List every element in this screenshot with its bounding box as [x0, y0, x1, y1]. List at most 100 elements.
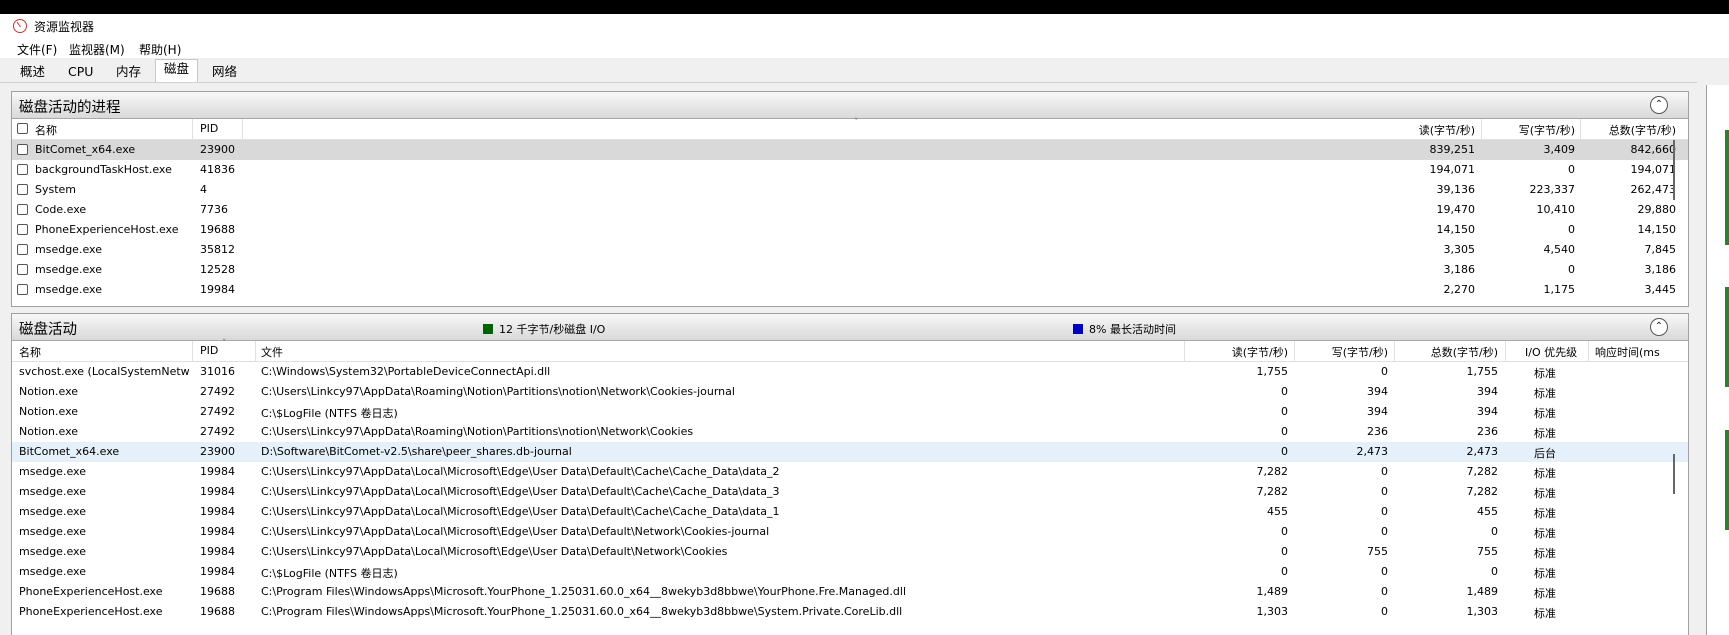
activity-write: 0 [1381, 365, 1388, 378]
process-name: msedge.exe [35, 243, 102, 256]
menu-monitor[interactable]: 监视器(M) [69, 41, 125, 58]
processes-scrollbar[interactable] [1673, 140, 1675, 200]
collapse-activity-icon[interactable]: ⌃ [1650, 318, 1668, 336]
activity-row[interactable]: msedge.exe 19984 C:\Users\Linkcy97\AppData… [12, 502, 1688, 522]
process-row[interactable]: BitComet_x64.exe 23900 839,251 3,409 842,660 [12, 140, 1688, 160]
tab-memory[interactable]: 内存 [107, 62, 150, 82]
process-checkbox[interactable] [17, 144, 28, 155]
col-process-total[interactable]: 总数(字节/秒) [1587, 122, 1676, 138]
process-row[interactable]: System 4 39,136 223,337 262,473 [12, 180, 1688, 200]
activity-file: C:\Users\Linkcy97\AppData\Local\Microsof… [261, 465, 780, 478]
disk-activity-header[interactable]: 磁盘活动 12 千字节/秒磁盘 I/O 8% 最长活动时间 ⌃ [12, 314, 1688, 341]
activity-name: svchost.exe (LocalSystemNetw... [19, 365, 189, 378]
activity-row[interactable]: msedge.exe 19984 C:\$LogFile (NTFS 卷日志) 0 0 0… [12, 562, 1688, 582]
process-row[interactable]: Code.exe 7736 19,470 10,410 29,880 [12, 200, 1688, 220]
process-read: 14,150 [1436, 223, 1476, 236]
process-name: msedge.exe [35, 283, 102, 296]
activity-total: 755 [1477, 545, 1498, 558]
activity-row[interactable]: msedge.exe 19984 C:\Users\Linkcy97\AppData… [12, 462, 1688, 482]
process-row[interactable]: PhoneExperienceHost.exe 19688 14,150 0 14,15… [12, 220, 1688, 240]
pid-sort-icon: ˇ [222, 339, 227, 349]
process-name: PhoneExperienceHost.exe [35, 223, 179, 236]
process-pid: 19984 [200, 283, 235, 296]
col-process-pid[interactable]: PID [200, 122, 218, 135]
col-activity-pid[interactable]: PID [200, 344, 218, 357]
activity-total: 394 [1477, 385, 1498, 398]
col-activity-write[interactable]: 写(字节/秒) [1302, 344, 1388, 360]
disk-processes-panel: 磁盘活动的进程 ⌃ 名称 PID ˇ 读(字节/秒) 写(字节/秒) 总数(字节… [11, 91, 1689, 307]
activity-priority: 标准 [1534, 387, 1556, 400]
process-row[interactable]: msedge.exe 19984 2,270 1,175 3,445 [12, 280, 1688, 300]
process-row[interactable]: msedge.exe 35812 3,305 4,540 7,845 [12, 240, 1688, 260]
activity-row[interactable]: PhoneExperienceHost.exe 19688 C:\Program F… [12, 602, 1688, 622]
activity-row[interactable]: BitComet_x64.exe 23900 D:\Software\BitCome… [12, 442, 1688, 462]
col-activity-file[interactable]: 文件 [261, 344, 283, 360]
activity-row[interactable]: svchost.exe (LocalSystemNetw... 31016 C:\W… [12, 362, 1688, 382]
process-checkbox[interactable] [17, 244, 28, 255]
tab-cpu[interactable]: CPU [59, 62, 102, 82]
process-checkbox[interactable] [17, 284, 28, 295]
window-title: 资源监视器 [34, 20, 95, 34]
select-all-processes-checkbox[interactable] [17, 123, 28, 134]
process-checkbox[interactable] [17, 264, 28, 275]
activity-priority: 标准 [1534, 567, 1556, 580]
tab-network[interactable]: 网络 [203, 62, 246, 82]
activity-read: 0 [1281, 425, 1288, 438]
activity-row[interactable]: Notion.exe 27492 C:\Users\Linkcy97\AppData… [12, 422, 1688, 442]
activity-pid: 19984 [200, 505, 235, 518]
activity-total: 1,489 [1466, 585, 1499, 598]
process-name: backgroundTaskHost.exe [35, 163, 172, 176]
activity-pid: 19984 [200, 485, 235, 498]
disk-graph-mini-1 [1725, 130, 1729, 245]
col-activity-response[interactable]: 响应时间(ms [1595, 344, 1675, 360]
process-row[interactable]: backgroundTaskHost.exe 41836 194,071 0 194,0… [12, 160, 1688, 180]
activity-write: 755 [1367, 545, 1388, 558]
tab-disk[interactable]: 磁盘 [155, 59, 199, 82]
process-read: 194,071 [1429, 163, 1476, 176]
activity-write: 394 [1367, 385, 1388, 398]
activity-row[interactable]: msedge.exe 19984 C:\Users\Linkcy97\AppData… [12, 542, 1688, 562]
collapse-processes-icon[interactable]: ⌃ [1650, 96, 1668, 114]
process-total: 14,150 [1637, 223, 1677, 236]
activity-total: 236 [1477, 425, 1498, 438]
col-process-write[interactable]: 写(字节/秒) [1492, 122, 1575, 138]
process-checkbox[interactable] [17, 184, 28, 195]
col-process-name[interactable]: 名称 [35, 122, 57, 138]
activity-total: 0 [1491, 525, 1498, 538]
activity-scrollbar[interactable] [1673, 454, 1675, 494]
process-checkbox[interactable] [17, 164, 28, 175]
disk-processes-header[interactable]: 磁盘活动的进程 ⌃ [12, 92, 1688, 119]
activity-name: PhoneExperienceHost.exe [19, 605, 163, 618]
process-name: msedge.exe [35, 263, 102, 276]
process-checkbox[interactable] [17, 204, 28, 215]
tab-overview[interactable]: 概述 [11, 62, 54, 82]
activity-row[interactable]: Notion.exe 27492 C:\$LogFile (NTFS 卷日志) 0 39… [12, 402, 1688, 422]
col-activity-name[interactable]: 名称 [19, 344, 41, 360]
col-activity-total[interactable]: 总数(字节/秒) [1402, 344, 1498, 360]
menu-help[interactable]: 帮助(H) [139, 41, 181, 58]
col-process-read[interactable]: 读(字节/秒) [1402, 122, 1475, 138]
activity-pid: 27492 [200, 385, 235, 398]
process-pid: 4 [200, 183, 207, 196]
menu-file[interactable]: 文件(F) [17, 41, 57, 58]
process-name: BitComet_x64.exe [35, 143, 136, 156]
activity-read: 0 [1281, 525, 1288, 538]
process-total: 3,445 [1644, 283, 1677, 296]
activity-row[interactable]: msedge.exe 19984 C:\Users\Linkcy97\AppData… [12, 482, 1688, 502]
activity-row[interactable]: Notion.exe 27492 C:\Users\Linkcy97\AppData… [12, 382, 1688, 402]
tab-bar: 概述 CPU 内存 磁盘 网络 [0, 58, 1729, 83]
activity-file: C:\Users\Linkcy97\AppData\Local\Microsof… [261, 485, 780, 498]
activity-read: 0 [1281, 445, 1288, 458]
activity-pid: 19688 [200, 585, 235, 598]
activity-row[interactable]: PhoneExperienceHost.exe 19688 C:\Program F… [12, 582, 1688, 602]
process-row[interactable]: msedge.exe 12528 3,186 0 3,186 [12, 260, 1688, 280]
process-write: 0 [1568, 163, 1575, 176]
legend-active-time: 8% 最长活动时间 [1073, 321, 1176, 337]
col-activity-read[interactable]: 读(字节/秒) [1192, 344, 1288, 360]
process-checkbox[interactable] [17, 224, 28, 235]
activity-priority: 标准 [1534, 507, 1556, 520]
activity-file: C:\$LogFile (NTFS 卷日志) [261, 407, 398, 420]
col-activity-priority[interactable]: I/O 优先级 [1525, 344, 1577, 360]
activity-pid: 19984 [200, 565, 235, 578]
activity-row[interactable]: msedge.exe 19984 C:\Users\Linkcy97\AppData… [12, 522, 1688, 542]
